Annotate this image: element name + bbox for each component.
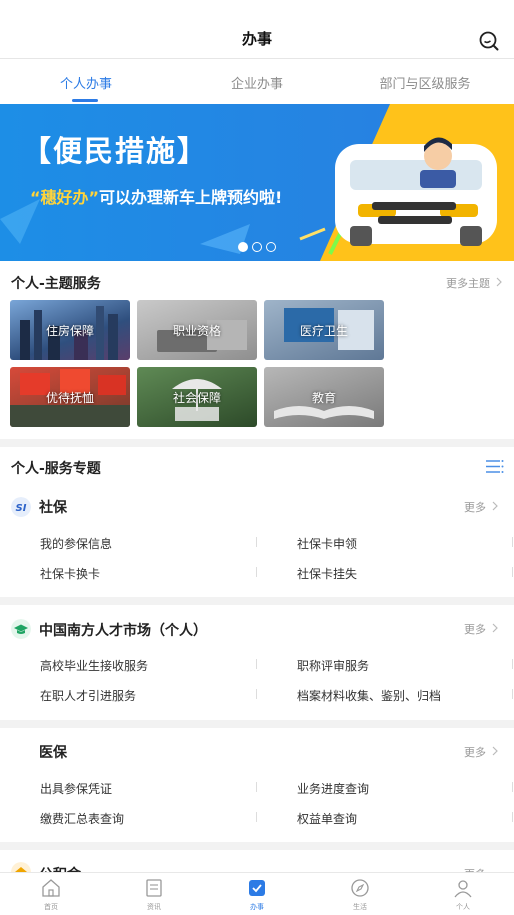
promo-banner[interactable]: 【便民措施】 “穗好办”可以办理新车上牌预约啦! xyxy=(0,104,514,261)
app-root: 办事 个人办事 企业办事 部门与区级服务 【便民措施】 “穗好办”可以办理新车上… xyxy=(0,0,514,915)
column-divider xyxy=(512,659,513,669)
chevron-right-icon xyxy=(496,277,502,287)
tab-personal[interactable]: 个人办事 xyxy=(46,73,126,92)
column-divider xyxy=(256,659,257,669)
service-item[interactable]: 社保卡申领 xyxy=(297,535,357,552)
service-item[interactable]: 高校毕业生接收服务 xyxy=(40,657,148,674)
banner-title: 【便民措施】 xyxy=(22,134,209,168)
social-security-icon: SI xyxy=(11,497,31,517)
nav-label: 办事 xyxy=(250,903,264,911)
banner-pager xyxy=(238,242,276,252)
home-icon xyxy=(42,879,60,897)
nav-label: 资讯 xyxy=(147,903,161,911)
more-link[interactable]: 更多 xyxy=(464,744,486,760)
user-icon xyxy=(454,880,472,898)
nav-label: 生活 xyxy=(353,903,367,911)
tile-social-security[interactable]: 社会保障 xyxy=(137,367,257,427)
graduation-cap-icon xyxy=(11,619,31,639)
top-bar: 办事 xyxy=(0,0,514,59)
talent-market-card: 中国南方人才市场（个人） 更多 高校毕业生接收服务 职称评审服务 在职人才引进服… xyxy=(0,605,514,720)
group-title-medical-insurance: 医保 xyxy=(39,745,67,761)
chevron-right-icon xyxy=(492,501,498,511)
list-menu-icon[interactable] xyxy=(486,460,504,473)
service-item[interactable]: 出具参保凭证 xyxy=(40,780,112,797)
tab-bar: 个人办事 企业办事 部门与区级服务 xyxy=(0,59,514,104)
more-link[interactable]: 更多 xyxy=(464,499,486,515)
bottom-nav: 首页 资讯 办事 生活 个人 xyxy=(0,872,514,915)
svg-text:SI: SI xyxy=(16,503,27,514)
column-divider xyxy=(512,537,513,547)
theme-services-title: 个人-主题服务 xyxy=(11,276,101,292)
service-topics-title: 个人-服务专题 xyxy=(11,461,101,477)
column-divider xyxy=(512,812,513,822)
tile-qualification[interactable]: 职业资格 xyxy=(137,300,257,360)
tile-label: 医疗卫生 xyxy=(299,324,348,338)
more-link[interactable]: 更多 xyxy=(464,621,486,637)
tile-label: 教育 xyxy=(311,391,336,405)
chevron-right-icon xyxy=(492,623,498,633)
tab-department[interactable]: 部门与区级服务 xyxy=(370,73,480,92)
column-divider xyxy=(512,567,513,577)
nav-profile[interactable]: 个人 xyxy=(433,873,493,915)
service-item[interactable]: 我的参保信息 xyxy=(40,535,112,552)
banner-subtitle: “穗好办”可以办理新车上牌预约啦! xyxy=(30,184,282,208)
more-themes-link[interactable]: 更多主题 xyxy=(446,275,490,291)
service-item[interactable]: 职称评审服务 xyxy=(297,657,369,674)
medical-insurance-card: 医保 更多 出具参保凭证 业务进度查询 缴费汇总表查询 权益单查询 xyxy=(0,728,514,842)
pager-dot[interactable] xyxy=(238,242,248,252)
tile-label: 社会保障 xyxy=(172,391,221,405)
nav-home[interactable]: 首页 xyxy=(21,873,81,915)
page-title: 办事 xyxy=(241,30,272,48)
column-divider xyxy=(512,782,513,792)
nav-life[interactable]: 生活 xyxy=(330,873,390,915)
column-divider xyxy=(256,537,257,547)
group-title-social-security: 社保 xyxy=(39,500,67,516)
nav-label: 个人 xyxy=(456,903,470,911)
service-item[interactable]: 档案材料收集、鉴别、归档 xyxy=(297,687,441,704)
tile-label: 优待抚恤 xyxy=(45,391,94,405)
tile-medical[interactable]: 医疗卫生 xyxy=(264,300,384,360)
column-divider xyxy=(256,812,257,822)
tile-label: 职业资格 xyxy=(172,324,221,338)
service-item[interactable]: 缴费汇总表查询 xyxy=(40,810,124,827)
banner-subtitle-highlight: “穗好办” xyxy=(30,188,100,207)
column-divider xyxy=(256,689,257,699)
group-title-talent-market: 中国南方人才市场（个人） xyxy=(39,623,207,639)
column-divider xyxy=(512,689,513,699)
tile-preferential[interactable]: 优待抚恤 xyxy=(10,367,130,427)
services-icon xyxy=(249,880,265,896)
pager-dot[interactable] xyxy=(252,242,262,252)
search-icon[interactable] xyxy=(478,30,500,52)
pager-dot[interactable] xyxy=(266,242,276,252)
banner-subtitle-text: 可以办理新车上牌预约啦! xyxy=(99,188,283,207)
tab-active-indicator xyxy=(72,99,98,102)
compass-icon xyxy=(351,879,369,897)
nav-label: 首页 xyxy=(44,903,58,911)
tab-enterprise[interactable]: 企业办事 xyxy=(217,73,297,92)
service-item[interactable]: 社保卡换卡 xyxy=(40,565,100,582)
column-divider xyxy=(256,567,257,577)
news-icon xyxy=(146,879,162,897)
nav-news[interactable]: 资讯 xyxy=(124,873,184,915)
column-divider xyxy=(256,782,257,792)
service-item[interactable]: 业务进度查询 xyxy=(297,780,369,797)
service-item[interactable]: 在职人才引进服务 xyxy=(40,687,136,704)
nav-services[interactable]: 办事 xyxy=(227,873,287,915)
service-topics-card: 个人-服务专题 SI 社保 更多 我的参保信息 社保卡申领 社保卡换卡 社保卡挂… xyxy=(0,447,514,597)
service-item[interactable]: 社保卡挂失 xyxy=(297,565,357,582)
tile-housing[interactable]: 住房保障 xyxy=(10,300,130,360)
tile-education[interactable]: 教育 xyxy=(264,367,384,427)
chevron-right-icon xyxy=(492,746,498,756)
tile-label: 住房保障 xyxy=(45,324,94,338)
service-item[interactable]: 权益单查询 xyxy=(297,810,357,827)
theme-services-card: 个人-主题服务 更多主题 住房保障 职业资格 医疗卫生 优待抚恤 社会保障 教育 xyxy=(0,261,514,439)
